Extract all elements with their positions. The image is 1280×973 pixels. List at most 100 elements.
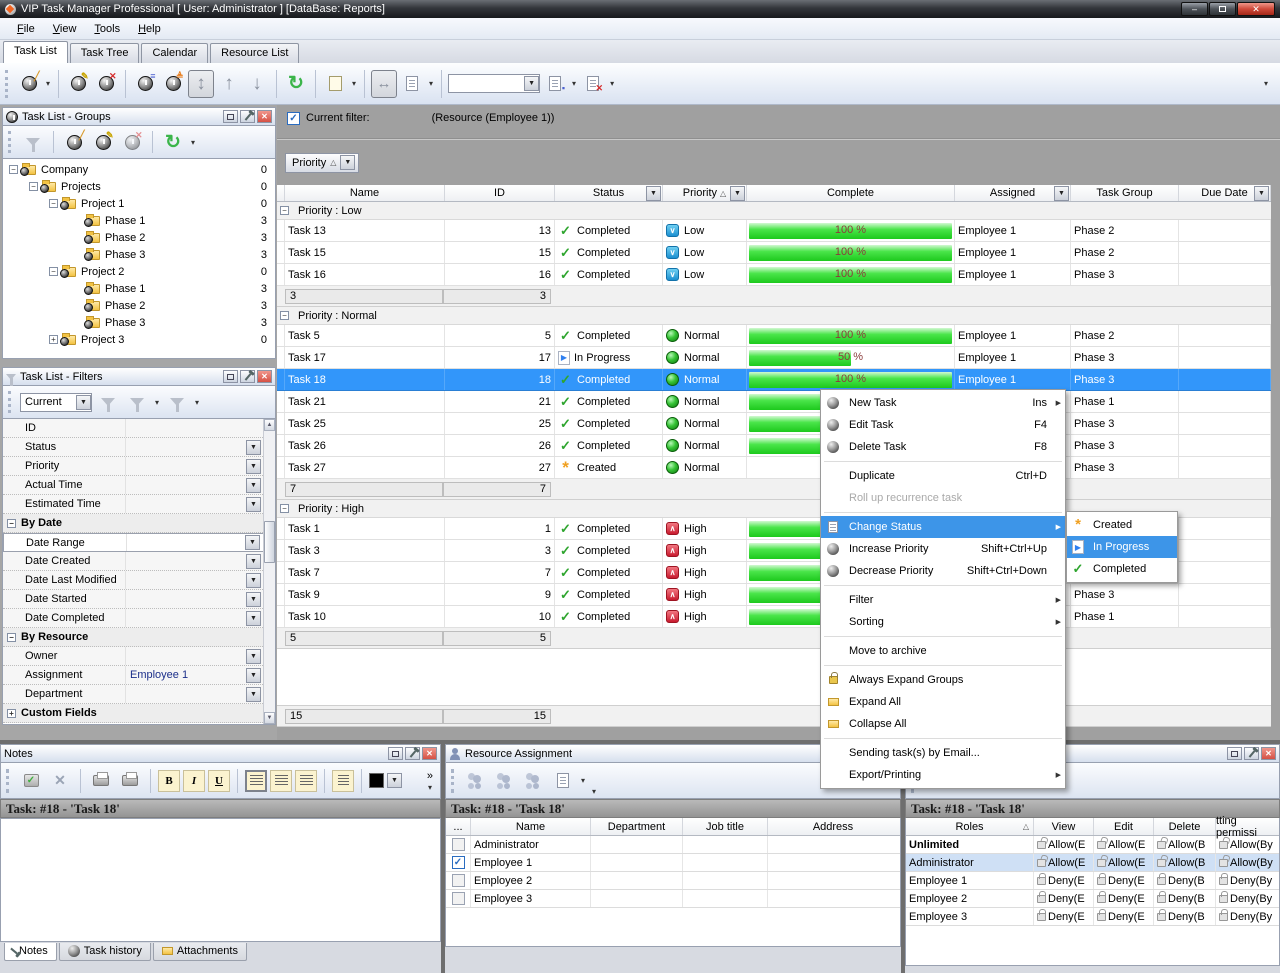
filter-dropdown[interactable]: ▼ <box>246 554 261 569</box>
checkbox-unchecked[interactable] <box>452 838 465 851</box>
menu-item-decrease-priority[interactable]: Decrease PriorityShift+Ctrl+Down <box>821 560 1065 582</box>
clear-filter-dropdown[interactable]: ▾ <box>195 398 199 407</box>
filter-dropdown[interactable]: ▼ <box>246 649 261 664</box>
tab-calendar[interactable]: Calendar <box>141 43 208 63</box>
tree-node-company[interactable]: −Company0 <box>3 161 275 178</box>
layout-list-button[interactable] <box>399 70 425 98</box>
tree-node-projects[interactable]: −Projects0 <box>3 178 275 195</box>
tree-node-phase-3[interactable]: Phase 33 <box>3 314 275 331</box>
column-header-job-title[interactable]: Job title <box>683 818 768 835</box>
menu-item-new-task[interactable]: New TaskIns▶ <box>821 392 1065 414</box>
column-header-priority[interactable]: Priority△▼ <box>663 185 747 201</box>
column-header-roles[interactable]: Roles△ <box>906 818 1034 835</box>
bullet-list-button[interactable] <box>332 770 354 792</box>
table-row-selected[interactable]: Task 1818✓CompletedNormal100 %Employee 1… <box>277 369 1271 391</box>
column-filter-dropdown[interactable]: ▼ <box>1054 186 1069 201</box>
collapse-box-icon[interactable]: − <box>280 504 289 513</box>
layout-combo[interactable]: ▼ <box>448 74 540 93</box>
duplicate-task-button[interactable]: ≡ <box>132 70 158 98</box>
notes-pin-button[interactable] <box>405 747 420 760</box>
table-row[interactable]: Task 99✓Completed∧High100 %Phase 3 <box>277 584 1271 606</box>
tree-node-phase-2[interactable]: Phase 23 <box>3 229 275 246</box>
collapse-box-icon[interactable]: − <box>7 519 16 528</box>
fit-row-height-button[interactable]: ↕ <box>188 70 214 98</box>
save-layout-dropdown[interactable]: ▾ <box>572 79 576 88</box>
refresh-groups-button[interactable]: ↻ <box>160 128 186 156</box>
new-group-button[interactable]: ╱ <box>61 128 87 156</box>
filter-dropdown[interactable]: ▼ <box>245 535 260 550</box>
tab-resource-list[interactable]: Resource List <box>210 43 299 63</box>
delete-layout-button[interactable]: ✕ <box>580 70 606 98</box>
column-header-due-date[interactable]: Due Date▼ <box>1179 185 1271 201</box>
apply-filter-button[interactable] <box>95 388 121 416</box>
resource-list-button[interactable] <box>550 767 576 795</box>
toolbar-grip[interactable] <box>5 70 10 98</box>
menu-item-edit-task[interactable]: Edit TaskF4 <box>821 414 1065 436</box>
fit-columns-button[interactable]: ↔ <box>371 70 397 98</box>
column-header-assigned[interactable]: Assigned▼ <box>955 185 1071 201</box>
table-row[interactable]: Task 55✓CompletedNormal100 %Employee 1Ph… <box>277 325 1271 347</box>
new-task-button[interactable]: ╱ <box>16 70 42 98</box>
column-header-view[interactable]: View <box>1034 818 1094 835</box>
filter-dropdown[interactable]: ▼ <box>246 459 261 474</box>
permission-row[interactable]: Employee 3Deny(EDeny(EDeny(BDeny(By <box>906 908 1279 926</box>
group-row-priority-low[interactable]: −Priority : Low <box>277 202 1271 220</box>
menu-help[interactable]: Help <box>129 19 170 39</box>
tab-notes[interactable]: Notes <box>4 943 57 961</box>
menu-view[interactable]: View <box>44 19 86 39</box>
table-row[interactable]: Task 1313✓Completed∨Low100 %Employee 1Ph… <box>277 220 1271 242</box>
layout-combo-dropdown[interactable]: ▼ <box>524 76 539 91</box>
resource-toolbar-caret[interactable]: ▾ <box>592 787 596 796</box>
menu-file[interactable]: File <box>8 19 44 39</box>
groups-close-button[interactable]: ✕ <box>257 110 272 123</box>
menu-item-delete-task[interactable]: Delete TaskF8 <box>821 436 1065 458</box>
filter-dropdown[interactable]: ▼ <box>246 668 261 683</box>
refresh-groups-dropdown[interactable]: ▾ <box>191 138 195 147</box>
tree-node-phase-1[interactable]: Phase 13 <box>3 280 275 297</box>
delete-layout-dropdown[interactable]: ▾ <box>610 79 614 88</box>
scroll-down-icon[interactable]: ▼ <box>264 712 275 724</box>
tab-task-history[interactable]: Task history <box>59 943 151 961</box>
restore-button[interactable] <box>1209 2 1236 16</box>
checkbox-unchecked[interactable] <box>452 874 465 887</box>
filter-dropdown[interactable]: ▼ <box>246 592 261 607</box>
tree-node-phase-1[interactable]: Phase 13 <box>3 212 275 229</box>
delete-task-button[interactable]: ✕ <box>93 70 119 98</box>
filter-dropdown[interactable]: ▼ <box>246 611 261 626</box>
export-dropdown[interactable]: ▾ <box>352 79 356 88</box>
filter-dropdown[interactable]: ▼ <box>246 573 261 588</box>
tab-task-list[interactable]: Task List <box>3 41 68 63</box>
collapse-box-icon[interactable]: − <box>9 165 18 174</box>
menu-item-increase-priority[interactable]: Increase PriorityShift+Ctrl+Up <box>821 538 1065 560</box>
collapse-box-icon[interactable]: − <box>7 633 16 642</box>
resource-row[interactable]: Employee 2 <box>446 872 900 890</box>
table-row[interactable]: Task 1717▶In ProgressNormal50 %Employee … <box>277 347 1271 369</box>
menu-item-collapse-all[interactable]: Collapse All <box>821 713 1065 735</box>
scroll-up-icon[interactable]: ▲ <box>264 419 275 431</box>
bold-button[interactable]: B <box>158 770 180 792</box>
filters-close-button[interactable]: ✕ <box>257 370 272 383</box>
notes-toolbar-overflow[interactable]: » <box>427 770 433 782</box>
edit-group-button[interactable]: ✎ <box>90 128 116 156</box>
move-up-button[interactable]: ↑ <box>216 70 242 98</box>
notes-restore-button[interactable] <box>388 747 403 760</box>
italic-button[interactable]: I <box>183 770 205 792</box>
delete-group-button[interactable]: ✕ <box>119 128 145 156</box>
column-header-status[interactable]: Status▼ <box>555 185 663 201</box>
save-filter-button[interactable] <box>124 388 150 416</box>
table-row[interactable]: Task 1616✓Completed∨Low100 %Employee 1Ph… <box>277 264 1271 286</box>
collapse-box-icon[interactable]: − <box>29 182 38 191</box>
table-row[interactable]: Task 2626✓CompletedNormal100 %Phase 3 <box>277 435 1271 457</box>
column-filter-dropdown[interactable]: ▼ <box>1254 186 1269 201</box>
column-header-department[interactable]: Department <box>591 818 683 835</box>
permissions-pin-button[interactable] <box>1244 747 1259 760</box>
column-header-setting-permissions[interactable]: tting permissi <box>1216 818 1279 835</box>
resource-row[interactable]: Administrator <box>446 836 900 854</box>
filter-group-by-date[interactable]: −By Date <box>3 514 275 533</box>
tree-node-project-3[interactable]: +Project 30 <box>3 331 275 348</box>
column-header-checkbox[interactable]: ... <box>446 818 471 835</box>
align-right-button[interactable] <box>295 770 317 792</box>
expand-box-icon[interactable]: + <box>49 335 58 344</box>
filters-scrollbar[interactable]: ▲ ▼ <box>263 419 275 724</box>
tree-node-project-2[interactable]: −Project 20 <box>3 263 275 280</box>
